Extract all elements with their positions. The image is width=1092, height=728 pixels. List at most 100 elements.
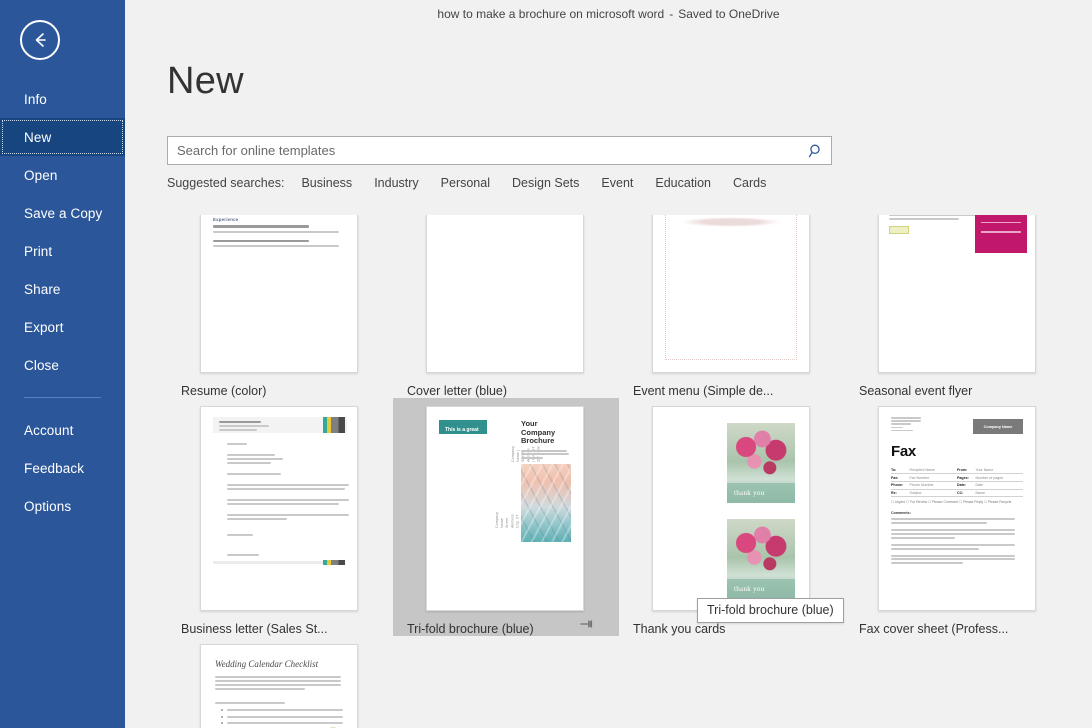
sidebar-item-feedback[interactable]: Feedback (0, 449, 125, 487)
fax-key: Phone: (891, 481, 909, 489)
search-icon (808, 143, 824, 159)
fax-value: Date (975, 481, 1023, 489)
template-tile-seasonal-event-flyer[interactable]: TITLE HERE Event Description Heading COM… (845, 215, 1071, 398)
sidebar-item-print[interactable]: Print (0, 232, 125, 270)
thumb-fax-cover-sheet: Company Name Fax To: Recipient Name From… (879, 407, 1035, 579)
fax-value: Fax Number (909, 474, 957, 482)
table-row: To: Recipient Name From: Your Name (891, 466, 1023, 473)
table-row: Phone: Phone Number Date: Date (891, 481, 1023, 489)
fax-value: Your Name (975, 466, 1023, 473)
fax-key: Re: (891, 489, 909, 497)
sidebar-divider (24, 397, 101, 398)
template-tile-cover-letter-blue[interactable]: Cover letter (blue) (393, 215, 619, 398)
suggested-searches: Suggested searches: Business Industry Pe… (167, 176, 1092, 190)
sidebar-item-share[interactable]: Share (0, 270, 125, 308)
fax-checkboxes: ☐ Urgent ☐ For Review ☐ Please Comment ☐… (891, 497, 1023, 504)
title-bar: how to make a brochure on microsoft word… (125, 0, 1092, 28)
table-row: Fax: Fax Number Pages: Number of pages (891, 474, 1023, 482)
sidebar-item-label: Info (24, 92, 47, 107)
template-label: Business letter (Sales St... (181, 622, 381, 636)
template-tile-fax-cover-sheet[interactable]: Company Name Fax To: Recipient Name From… (845, 398, 1071, 636)
template-tile-business-letter[interactable]: Business letter (Sales St... (167, 398, 393, 636)
suggested-link-business[interactable]: Business (301, 176, 352, 190)
template-tile-resume-color[interactable]: COMMUNICATION LEADERSHIP Experience (167, 215, 393, 398)
template-tile-tri-fold-brochure-blue[interactable]: This is a great spot for a mission state… (393, 398, 619, 636)
template-grid: COMMUNICATION LEADERSHIP Experience (167, 215, 1092, 728)
template-label: Event menu (Simple de... (633, 384, 833, 398)
title-separator: - (669, 7, 673, 21)
sidebar-item-label: Open (24, 168, 57, 183)
backstage-main: how to make a brochure on microsoft word… (125, 0, 1092, 728)
suggested-link-design-sets[interactable]: Design Sets (512, 176, 579, 190)
search-button[interactable] (801, 137, 831, 164)
thumb-cover-letter-blue (427, 215, 583, 372)
fax-value: Name (975, 489, 1023, 497)
sidebar-item-new[interactable]: New (0, 118, 125, 156)
template-tooltip: Tri-fold brochure (blue) (697, 598, 844, 623)
search-input[interactable] (168, 137, 801, 164)
thumb-event-menu (653, 215, 809, 372)
sidebar-item-close[interactable]: Close (0, 346, 125, 384)
thank-you-card: thank you (727, 423, 795, 503)
thank-you-text: thank you (727, 483, 795, 503)
fax-key: To: (891, 466, 909, 473)
sidebar-item-label: Close (24, 358, 59, 373)
template-label: Fax cover sheet (Profess... (859, 622, 1059, 636)
suggested-searches-label: Suggested searches: (167, 176, 284, 190)
fax-table: To: Recipient Name From: Your Name Fax: … (891, 466, 1023, 497)
word-backstage-new-screen: Info New Open Save a Copy Print Share Ex… (0, 0, 1092, 728)
template-tile-wedding-calendar-checklist[interactable]: Wedding Calendar Checklist (167, 636, 393, 728)
back-button[interactable] (20, 20, 60, 60)
suggested-link-event[interactable]: Event (601, 176, 633, 190)
template-thumbnail: TITLE HERE Event Description Heading COM… (878, 215, 1036, 373)
page-title: New (167, 60, 1092, 103)
template-thumbnail: COMMUNICATION LEADERSHIP Experience (200, 215, 358, 373)
backstage-nav: Info New Open Save a Copy Print Share Ex… (0, 80, 125, 525)
fax-company-box: Company Name (973, 419, 1023, 434)
search-bar[interactable] (167, 136, 832, 165)
brochure-headline: This is a great spot for a mission state… (445, 427, 481, 454)
brochure-company-title: Your Company Brochure (521, 420, 571, 446)
template-gallery[interactable]: COMMUNICATION LEADERSHIP Experience (167, 215, 1092, 728)
template-label: Seasonal event flyer (859, 384, 1059, 398)
template-tile-event-menu[interactable]: Event menu (Simple de... (619, 215, 845, 398)
back-arrow-icon (30, 30, 50, 50)
suggested-link-personal[interactable]: Personal (441, 176, 490, 190)
sidebar-item-info[interactable]: Info (0, 80, 125, 118)
sidebar-item-account[interactable]: Account (0, 411, 125, 449)
fax-value: Subject (909, 489, 957, 497)
fax-key: Pages: (957, 474, 975, 482)
fax-key: Fax: (891, 474, 909, 482)
template-thumbnail (200, 406, 358, 611)
sidebar-item-label: Feedback (24, 461, 84, 476)
template-thumbnail: thank you thank you (652, 406, 810, 611)
template-label: Thank you cards (633, 622, 833, 636)
suggested-link-cards[interactable]: Cards (733, 176, 766, 190)
template-thumbnail: Company Name Fax To: Recipient Name From… (878, 406, 1036, 611)
thank-you-card: thank you (727, 519, 795, 599)
fax-heading: Fax (891, 443, 1023, 460)
backstage-sidebar: Info New Open Save a Copy Print Share Ex… (0, 0, 125, 728)
sidebar-item-open[interactable]: Open (0, 156, 125, 194)
fax-key: Date: (957, 481, 975, 489)
sidebar-item-export[interactable]: Export (0, 308, 125, 346)
sidebar-item-save-a-copy[interactable]: Save a Copy (0, 194, 125, 232)
sidebar-item-label: Print (24, 244, 52, 259)
sidebar-item-label: Export (24, 320, 64, 335)
document-name: how to make a brochure on microsoft word (437, 7, 664, 21)
sidebar-item-label: New (24, 130, 51, 145)
fax-comments-label: Comments: (891, 511, 1023, 515)
sidebar-item-label: Share (24, 282, 61, 297)
thank-you-text: thank you (727, 579, 795, 599)
fax-value: Number of pages (975, 474, 1023, 482)
thumb-resume-color: COMMUNICATION LEADERSHIP Experience (201, 215, 357, 372)
sidebar-item-options[interactable]: Options (0, 487, 125, 525)
save-status: Saved to OneDrive (678, 7, 779, 21)
suggested-link-education[interactable]: Education (655, 176, 711, 190)
suggested-link-industry[interactable]: Industry (374, 176, 418, 190)
pin-icon[interactable] (579, 616, 595, 632)
template-label: Resume (color) (181, 384, 381, 398)
template-thumbnail (652, 215, 810, 373)
thumb-wedding-checklist: Wedding Calendar Checklist (201, 645, 357, 728)
thumb-flyer-panel: COMPANY NAME (975, 215, 1027, 253)
